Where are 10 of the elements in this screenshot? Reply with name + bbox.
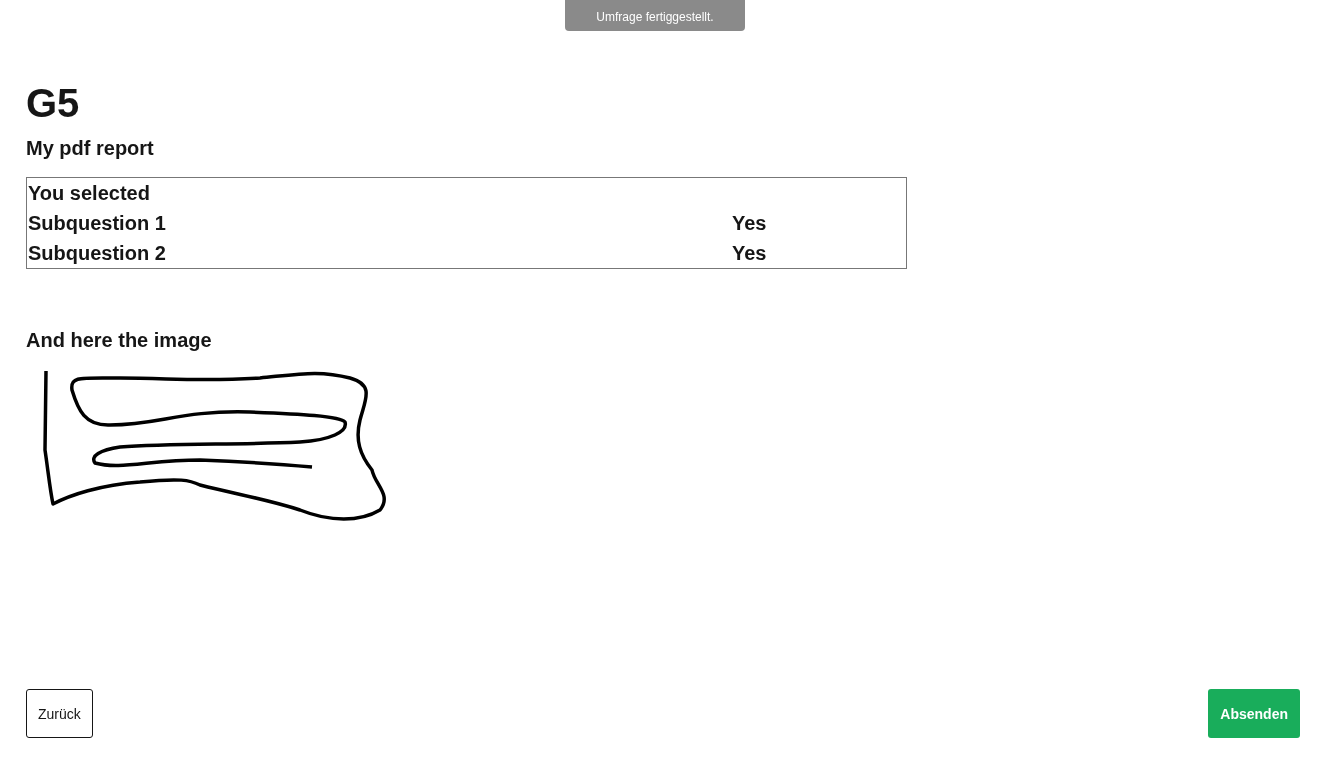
report-heading: My pdf report [26, 136, 155, 160]
back-button[interactable]: Zurück [26, 689, 93, 738]
table-cell: Yes [731, 208, 907, 238]
table-cell: Subquestion 2 [26, 238, 731, 269]
toast-message: Umfrage fertiggestellt. [565, 0, 745, 31]
table-header: You selected [26, 177, 907, 208]
page-title: G5 [26, 80, 81, 126]
image-heading: And here the image [26, 329, 213, 352]
table-cell: Yes [731, 238, 907, 269]
table-cell: Subquestion 1 [26, 208, 731, 238]
